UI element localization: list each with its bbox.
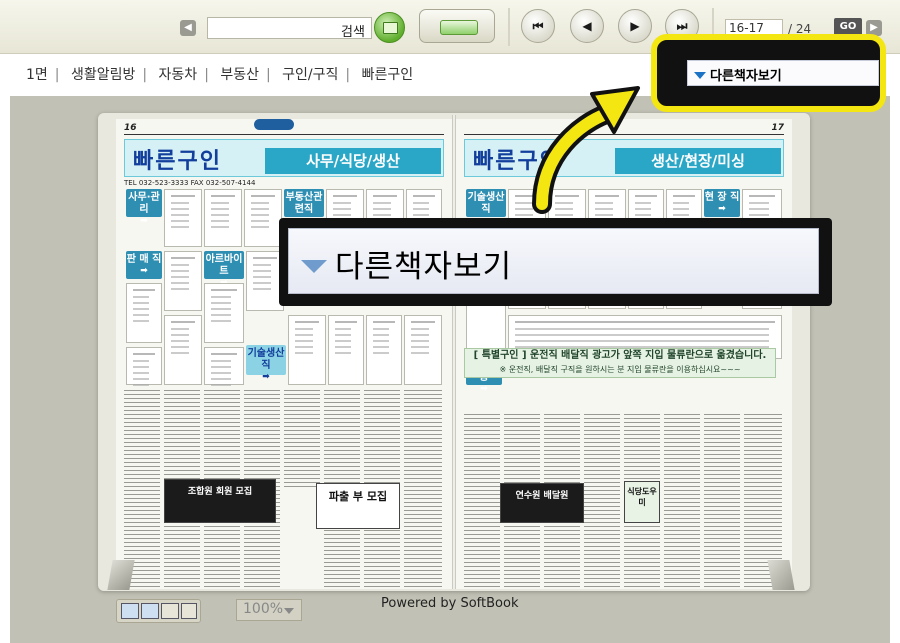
listing-cell [288,315,326,385]
newspaper-logo [254,119,294,130]
powered-by-label: Powered by SoftBook [381,596,519,611]
menu-divider: | [266,67,271,83]
text-column [584,411,620,587]
page-number: 17 [771,123,784,133]
listing-cell [366,315,402,385]
category-tag: 판 매 직 ➡ [126,251,162,279]
other-books-dropdown[interactable]: 다른책자보기 [687,60,879,86]
menu-divider: | [54,67,60,83]
listing-cell [404,315,442,385]
text-column [664,411,700,587]
zoom-select[interactable]: 100% [236,599,302,621]
section-link[interactable]: 부동산 [220,67,259,83]
double-page-view-icon[interactable] [141,603,159,619]
text-column [464,411,500,587]
text-column [704,411,740,587]
notice-text: [ 특별구인 ] 운전직 배달직 광고가 앞쪽 지입 물류란으로 옮겼습니다. [473,350,767,361]
ad-box: 조합원 회원 모집 [164,479,276,523]
ad-box: 연수원 배달원 [500,483,584,523]
listing-cell [204,189,242,247]
page-number: 16 [124,123,137,133]
dropdown-arrow-icon [694,72,706,79]
category-tag: 사무·관리 ➡ [126,189,162,226]
listing-cell [328,315,364,385]
text-column [284,387,320,487]
book-spine [452,115,456,589]
category-tag: 기술생산직➡ [246,345,286,382]
category-tag: 부동산관련직➡ [284,189,324,226]
prev-page-button[interactable]: ◀ [570,9,604,43]
search-scroll-left-icon[interactable]: ◀ [180,20,196,36]
category-tag: 기술생산직➡ [466,189,506,226]
section-link[interactable]: 빠른구인 [362,67,414,83]
search-go-button[interactable] [374,12,405,43]
page-banner: 빠른구인 사무/식당/생산 [124,139,444,177]
pointer-arrow-icon [532,86,640,214]
toolbar-divider [508,8,510,46]
listing-cell [164,251,202,311]
classified-text: 조합원 회원 모집 파출 부 모집 [124,387,444,587]
category-tag: 현 장 직 ➡ [704,189,740,217]
category-tag: 아르바이트➡ [204,251,244,288]
dropdown-arrow-icon [301,260,327,273]
text-column [404,387,442,587]
listing-cell [204,347,244,385]
dropdown-label: 다른책자보기 [335,249,513,285]
section-link[interactable]: 구인/구직 [282,67,338,83]
section-link[interactable]: 자동차 [159,67,198,83]
listing-cell [126,347,162,385]
book-list-button[interactable] [419,9,495,43]
next-page-button[interactable]: ▶ [618,9,652,43]
listing-cell [126,283,162,343]
menu-divider: | [345,67,351,83]
contact-line: TEL 032-523-3333 FAX 032-507-4144 [124,179,256,187]
banner-title: 빠른구인 [133,149,222,174]
listing-cell [204,283,244,343]
viewer-footer: 100% Powered by SoftBook [0,596,900,643]
classified-text: 연수원 배달원 식당도우미 [464,411,784,587]
grid-view-icon[interactable] [181,603,197,619]
first-page-button[interactable]: ⏮ [521,9,555,43]
section-link[interactable]: 1면 [26,67,48,83]
menu-divider: | [142,67,148,83]
highlight-callout: 다른책자보기 [651,34,886,112]
section-link[interactable]: 생활알림방 [71,67,135,83]
list-view-icon[interactable] [161,603,179,619]
listing-cell [244,189,282,247]
zoomed-callout: 다른책자보기 [279,218,832,306]
listing-cell [164,189,202,247]
notice-subtext: ※ 운전직, 배달직 구직을 원하시는 분 지입 물류란을 이용하십시요~~~ [499,365,741,374]
text-column [124,387,160,587]
section-menu: 1면 | 생활알림방 | 자동차 | 부동산 | 구인/구직 | 빠른구인 [26,64,413,84]
listing-cell [164,315,202,385]
search-label: 검색 [341,25,365,40]
banner-subtitle: 사무/식당/생산 [265,148,441,174]
special-notice: [ 특별구인 ] 운전직 배달직 광고가 앞쪽 지입 물류란으로 옮겼습니다. … [464,348,776,378]
other-books-dropdown-zoomed[interactable]: 다른책자보기 [288,228,819,294]
ad-box: 파출 부 모집 [316,483,400,529]
single-page-view-icon[interactable] [121,603,139,619]
left-page[interactable]: 16 빠른구인 사무/식당/생산 TEL 032-523-3333 FAX 03… [116,119,452,589]
layout-switcher [116,599,201,623]
menu-divider: | [204,67,209,83]
ad-box: 식당도우미 [624,481,660,523]
dropdown-label: 다른책자보기 [710,69,782,84]
